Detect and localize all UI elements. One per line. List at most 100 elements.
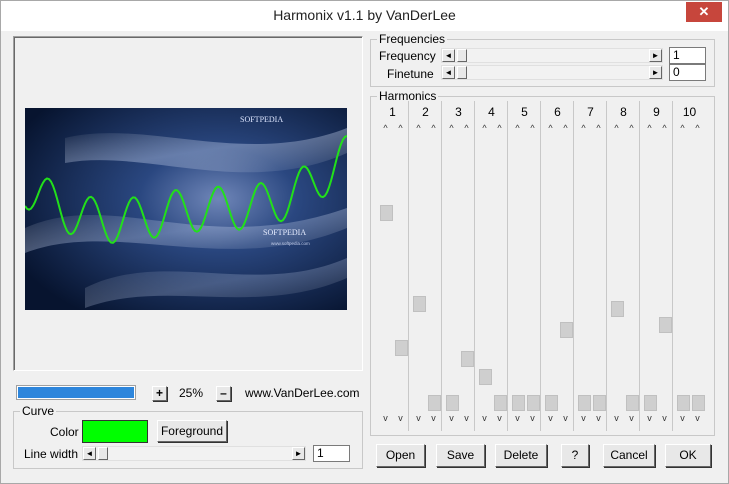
slider-thumb[interactable] [626,395,639,411]
chevron-up-icon[interactable]: ^ [576,123,591,133]
slider-track[interactable] [578,135,591,411]
slider-thumb[interactable] [545,395,558,411]
chevron-up-icon[interactable]: ^ [525,123,540,133]
chevron-up-icon[interactable]: ^ [558,123,573,133]
slider-track[interactable] [611,135,624,411]
chevron-down-icon[interactable]: v [510,413,525,423]
harmonic-right-slider[interactable]: ^ v [393,123,408,423]
slider-track[interactable] [527,135,540,411]
chevron-up-icon[interactable]: ^ [411,123,426,133]
slider-track[interactable] [593,135,606,411]
slider-track[interactable] [512,135,525,411]
harmonic-right-slider[interactable]: ^ v [690,123,705,423]
harmonic-left-slider[interactable]: ^ v [675,123,690,423]
slider-thumb[interactable] [461,351,474,367]
chevron-down-icon[interactable]: v [444,413,459,423]
slider-track[interactable] [461,135,474,411]
frequency-input[interactable]: 1 [669,47,706,64]
chevron-down-icon[interactable]: v [576,413,591,423]
chevron-up-icon[interactable]: ^ [510,123,525,133]
chevron-up-icon[interactable]: ^ [657,123,672,133]
harmonic-right-slider[interactable]: ^ v [492,123,507,423]
chevron-down-icon[interactable]: v [690,413,705,423]
slider-thumb[interactable] [413,296,426,312]
help-button[interactable]: ? [561,444,589,467]
open-button[interactable]: Open [376,444,425,467]
zoom-in-button[interactable]: + [152,386,167,401]
slider-track[interactable] [380,135,393,411]
zoom-out-button[interactable]: – [216,386,231,401]
harmonic-right-slider[interactable]: ^ v [525,123,540,423]
slider-thumb[interactable] [479,369,492,385]
slider-thumb[interactable] [395,340,408,356]
chevron-up-icon[interactable]: ^ [459,123,474,133]
scroll-left-icon[interactable]: ◄ [83,447,96,460]
chevron-up-icon[interactable]: ^ [378,123,393,133]
finetune-thumb[interactable] [457,66,467,79]
chevron-up-icon[interactable]: ^ [492,123,507,133]
harmonic-right-slider[interactable]: ^ v [624,123,639,423]
scroll-left-icon[interactable]: ◄ [442,49,455,62]
chevron-down-icon[interactable]: v [591,413,606,423]
chevron-up-icon[interactable]: ^ [642,123,657,133]
slider-thumb[interactable] [446,395,459,411]
slider-track[interactable] [428,135,441,411]
cancel-button[interactable]: Cancel [603,444,655,467]
slider-thumb[interactable] [644,395,657,411]
slider-thumb[interactable] [611,301,624,317]
chevron-up-icon[interactable]: ^ [426,123,441,133]
chevron-down-icon[interactable]: v [378,413,393,423]
slider-track[interactable] [659,135,672,411]
chevron-down-icon[interactable]: v [477,413,492,423]
slider-track[interactable] [692,135,705,411]
scroll-right-icon[interactable]: ► [649,49,662,62]
slider-track[interactable] [413,135,426,411]
harmonic-left-slider[interactable]: ^ v [642,123,657,423]
slider-track[interactable] [494,135,507,411]
chevron-down-icon[interactable]: v [558,413,573,423]
close-button[interactable]: ✕ [686,2,722,22]
chevron-up-icon[interactable]: ^ [477,123,492,133]
harmonic-left-slider[interactable]: ^ v [444,123,459,423]
slider-track[interactable] [626,135,639,411]
chevron-up-icon[interactable]: ^ [624,123,639,133]
harmonic-left-slider[interactable]: ^ v [576,123,591,423]
foreground-button[interactable]: Foreground [157,420,227,442]
chevron-down-icon[interactable]: v [609,413,624,423]
harmonic-right-slider[interactable]: ^ v [558,123,573,423]
chevron-up-icon[interactable]: ^ [393,123,408,133]
harmonic-left-slider[interactable]: ^ v [609,123,624,423]
slider-track[interactable] [395,135,408,411]
chevron-up-icon[interactable]: ^ [675,123,690,133]
frequency-slider[interactable]: ◄ ► [441,48,663,63]
slider-thumb[interactable] [659,317,672,333]
chevron-down-icon[interactable]: v [642,413,657,423]
chevron-down-icon[interactable]: v [411,413,426,423]
slider-thumb[interactable] [692,395,705,411]
chevron-down-icon[interactable]: v [426,413,441,423]
title-bar[interactable]: Harmonix v1.1 by VanDerLee ✕ [1,1,728,31]
slider-thumb[interactable] [560,322,573,338]
chevron-down-icon[interactable]: v [624,413,639,423]
harmonic-right-slider[interactable]: ^ v [591,123,606,423]
chevron-up-icon[interactable]: ^ [543,123,558,133]
harmonic-right-slider[interactable]: ^ v [459,123,474,423]
chevron-down-icon[interactable]: v [543,413,558,423]
line-width-thumb[interactable] [98,447,108,460]
curve-color-swatch[interactable] [82,420,148,443]
chevron-up-icon[interactable]: ^ [444,123,459,133]
harmonic-right-slider[interactable]: ^ v [657,123,672,423]
frequency-thumb[interactable] [457,49,467,62]
chevron-down-icon[interactable]: v [393,413,408,423]
harmonic-left-slider[interactable]: ^ v [411,123,426,423]
slider-thumb[interactable] [494,395,507,411]
ok-button[interactable]: OK [665,444,711,467]
chevron-down-icon[interactable]: v [459,413,474,423]
slider-thumb[interactable] [677,395,690,411]
slider-thumb[interactable] [593,395,606,411]
harmonic-left-slider[interactable]: ^ v [510,123,525,423]
harmonic-left-slider[interactable]: ^ v [543,123,558,423]
chevron-up-icon[interactable]: ^ [609,123,624,133]
delete-button[interactable]: Delete [495,444,547,467]
line-width-slider[interactable]: ◄ ► [82,446,306,461]
